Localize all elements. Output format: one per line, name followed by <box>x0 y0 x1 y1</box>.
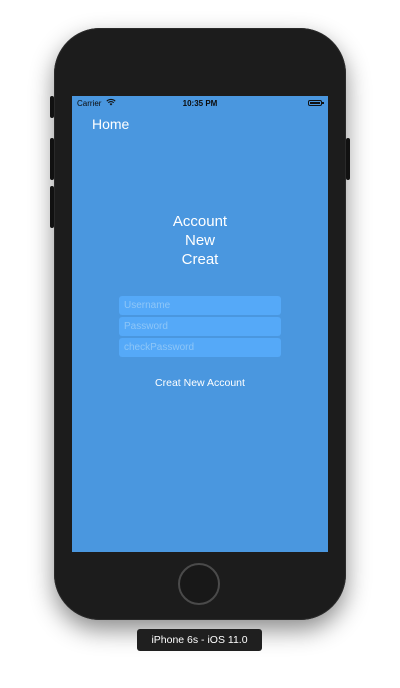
home-hardware-button[interactable] <box>178 563 220 605</box>
title-line: Account <box>172 213 228 230</box>
page-title: Account New Creat <box>72 212 328 269</box>
username-field[interactable] <box>119 296 281 315</box>
battery-icon <box>308 100 324 106</box>
app-screen: Carrier 10:35 PM Home Account New Creat … <box>72 96 328 552</box>
volume-down-button <box>50 186 54 228</box>
mute-switch <box>50 96 54 118</box>
power-button <box>346 138 350 180</box>
simulator-device-label: iPhone 6s - iOS 11.0 <box>137 629 262 651</box>
title-line: New <box>184 232 215 249</box>
create-account-button[interactable]: Creat New Account <box>72 377 328 389</box>
status-bar: Carrier 10:35 PM <box>72 96 328 110</box>
check-password-field[interactable] <box>119 338 281 357</box>
home-nav-button[interactable]: Home <box>92 116 129 132</box>
password-field[interactable] <box>119 317 281 336</box>
volume-up-button <box>50 138 54 180</box>
status-time: 10:35 PM <box>182 99 218 108</box>
title-line: Creat <box>181 251 219 268</box>
simulator-stage: Carrier 10:35 PM Home Account New Creat … <box>0 0 400 688</box>
